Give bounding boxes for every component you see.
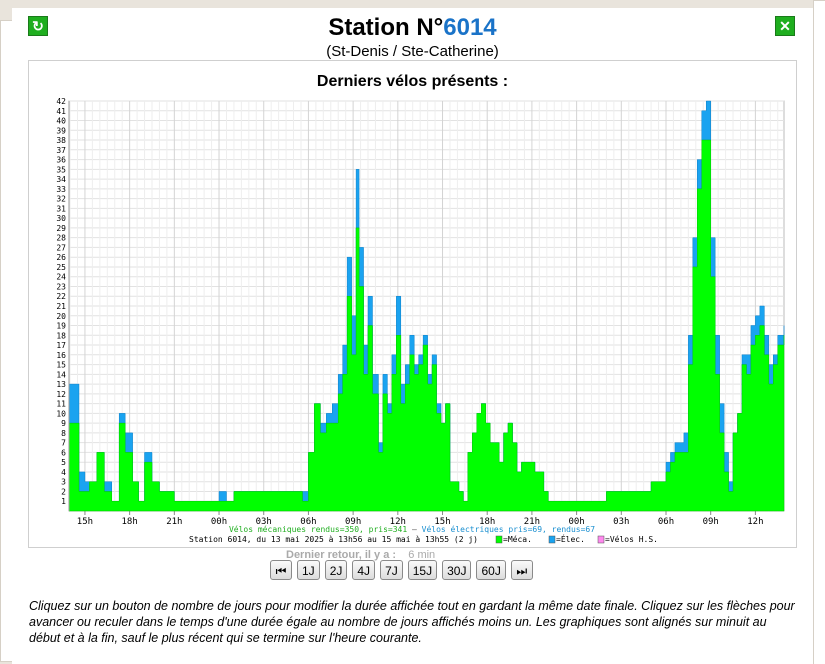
x-tick-label: 21h: [166, 517, 182, 527]
y-tick-label: 34: [56, 175, 66, 184]
days-60-button[interactable]: 60J: [476, 560, 506, 580]
y-tick-label: 30: [56, 214, 66, 223]
y-tick-label: 3: [61, 478, 66, 487]
y-tick-label: 14: [56, 370, 66, 379]
y-tick-label: 20: [56, 312, 66, 321]
y-tick-label: 26: [56, 253, 66, 262]
stats-line: Vélos mécaniques rendus=350, pris=341 – …: [229, 524, 595, 534]
y-tick-label: 18: [56, 331, 66, 340]
y-tick-label: 4: [61, 468, 66, 477]
y-tick-label: 17: [56, 341, 66, 350]
y-tick-label: 41: [56, 107, 66, 116]
y-tick-label: 24: [56, 273, 66, 282]
y-tick-label: 2: [61, 487, 66, 496]
period-line: Station 6014, du 13 mai 2025 à 13h56 au …: [189, 535, 478, 544]
legend-label: =Élec.: [556, 533, 585, 544]
y-tick-label: 5: [61, 458, 66, 467]
legend-swatch: [495, 535, 503, 544]
stats-meca: Vélos mécaniques rendus=350, pris=341: [229, 524, 407, 534]
help-text: Cliquez sur un bouton de nombre de jours…: [29, 599, 795, 645]
y-tick-label: 42: [56, 97, 66, 106]
legend-swatch: [597, 535, 605, 544]
y-tick-label: 36: [56, 156, 66, 165]
y-tick-label: 28: [56, 234, 66, 243]
legend-label: =Vélos H.S.: [605, 534, 658, 544]
station-prefix: Station N°: [328, 14, 444, 41]
x-tick-label: 03h: [613, 517, 629, 527]
y-tick-label: 25: [56, 263, 66, 272]
y-tick-label: 16: [56, 351, 66, 360]
bikes-chart: 1234567891011121314151617181920212223242…: [56, 97, 785, 544]
x-tick-label: 00h: [211, 517, 227, 527]
x-tick-label: 12h: [747, 517, 763, 527]
y-tick-label: 21: [56, 302, 66, 311]
y-tick-label: 12: [56, 390, 66, 399]
y-tick-label: 8: [61, 429, 66, 438]
legend-label: =Méca.: [503, 534, 532, 544]
station-name: (St-Denis / Ste-Catherine): [326, 43, 499, 60]
days-2-button[interactable]: 2J: [324, 560, 348, 580]
y-tick-label: 39: [56, 126, 66, 135]
y-tick-label: 7: [61, 439, 66, 448]
days-30-button[interactable]: 30J: [442, 560, 472, 580]
y-tick-label: 27: [56, 243, 66, 252]
days-4-button[interactable]: 4J: [352, 560, 376, 580]
day-navigation: ⏮ 1J 2J 4J 7J 15J 30J 60J ⏭: [270, 560, 533, 582]
y-tick-label: 19: [56, 322, 66, 331]
x-tick-label: 09h: [703, 517, 719, 527]
station-number: 6014: [443, 14, 497, 41]
next-period-button[interactable]: ⏭: [510, 560, 533, 580]
chart-box: Derniers vélos présents : 1 2 3 4 5 6 7 8 9 10 11 1…: [28, 60, 797, 548]
x-tick-label: 15h: [77, 517, 93, 527]
y-tick-label: 10: [56, 409, 66, 418]
y-tick-label: 6: [61, 448, 66, 457]
y-tick-label: 13: [56, 380, 66, 389]
station-title: Station N°6014: [12, 14, 813, 42]
y-tick-label: 1: [61, 497, 66, 506]
y-tick-label: 23: [56, 282, 66, 291]
y-tick-label: 22: [56, 292, 66, 301]
y-tick-label: 11: [56, 400, 66, 409]
y-tick-label: 33: [56, 185, 66, 194]
y-tick-label: 15: [56, 361, 66, 370]
prev-period-button[interactable]: ⏮: [270, 560, 292, 580]
stats-sep: –: [407, 525, 421, 534]
days-15-button[interactable]: 15J: [407, 560, 438, 580]
y-tick-label: 9: [61, 419, 66, 428]
legend-swatch: [548, 535, 556, 544]
station-panel: ↻ ✕ Station N°6014 (St-Denis / Ste-Cathe…: [12, 8, 813, 664]
y-tick-label: 37: [56, 146, 66, 155]
days-7-button[interactable]: 7J: [380, 560, 403, 580]
y-tick-label: 32: [56, 195, 66, 204]
days-1-button[interactable]: 1J: [297, 560, 320, 580]
y-tick-label: 29: [56, 224, 66, 233]
y-tick-label: 31: [56, 204, 66, 213]
y-tick-label: 38: [56, 136, 66, 145]
x-tick-label: 06h: [658, 517, 674, 527]
y-tick-label: 35: [56, 165, 66, 174]
stats-elec: Vélos électriques pris=69, rendus=67: [422, 524, 596, 534]
x-tick-label: 18h: [122, 517, 138, 527]
y-tick-label: 40: [56, 117, 66, 126]
